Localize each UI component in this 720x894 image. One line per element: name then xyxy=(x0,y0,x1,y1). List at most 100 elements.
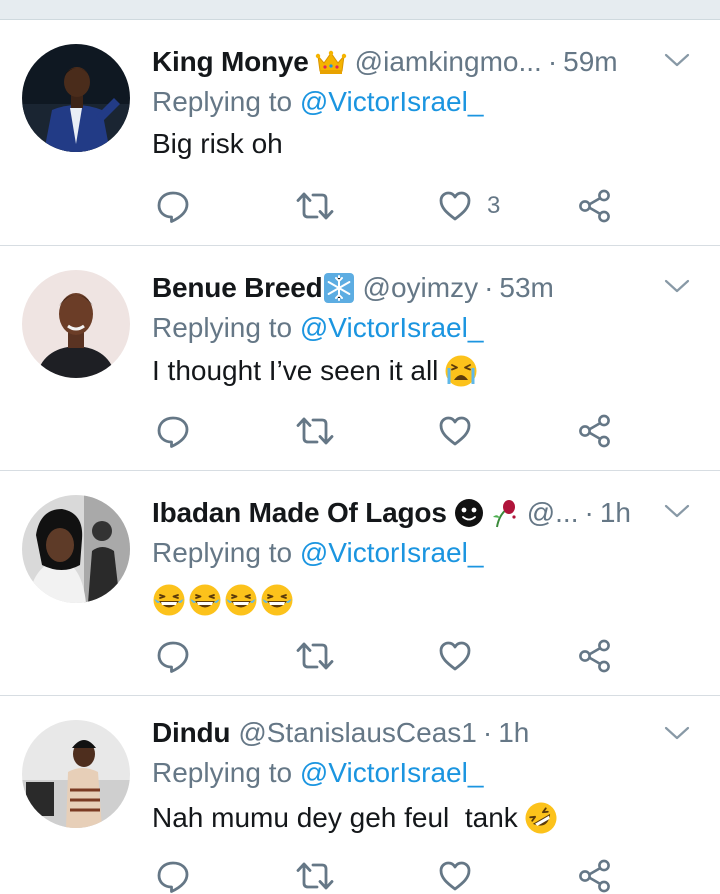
replying-to-label: Replying to xyxy=(152,537,293,568)
reply-icon xyxy=(155,858,191,894)
retweet-icon xyxy=(295,638,335,674)
tweet-header: Benue Breed @oyimzy · 53m xyxy=(152,270,554,306)
retweet-icon xyxy=(295,413,335,449)
like-button[interactable] xyxy=(437,413,473,449)
tweet-text-content: I thought I’ve seen it all xyxy=(152,355,439,386)
replying-to-label: Replying to xyxy=(152,757,293,788)
tweet-header: Dindu @StanislausCeas1 · 1h xyxy=(152,715,529,751)
tweet-text xyxy=(152,583,296,617)
share-button[interactable] xyxy=(577,188,613,224)
avatar[interactable] xyxy=(22,495,130,603)
reply-icon xyxy=(155,413,191,449)
like-count: 3 xyxy=(487,192,501,219)
display-name[interactable]: Dindu xyxy=(152,717,231,749)
heart-icon xyxy=(437,638,473,674)
share-button[interactable] xyxy=(577,858,613,894)
separator-dot: · xyxy=(547,46,558,77)
timeline-top-strip xyxy=(0,0,720,20)
retweet-button[interactable] xyxy=(295,638,335,674)
reply-icon xyxy=(155,638,191,674)
laughing-emoji xyxy=(188,583,222,617)
laughing-emoji xyxy=(152,583,186,617)
timestamp[interactable]: 59m xyxy=(563,46,617,78)
emoji-row xyxy=(152,583,296,617)
share-button[interactable] xyxy=(577,638,613,674)
user-handle[interactable]: @StanislausCeas1 xyxy=(238,717,477,749)
rofl-emoji xyxy=(524,801,558,835)
reply-button[interactable] xyxy=(155,413,191,449)
like-button[interactable] xyxy=(437,638,473,674)
heart-icon xyxy=(437,858,473,894)
tweet-text: Big risk oh xyxy=(152,128,283,160)
reply-button[interactable] xyxy=(155,858,191,894)
timestamp[interactable]: 1h xyxy=(498,717,529,749)
wilted-rose-emoji xyxy=(487,497,519,529)
retweet-button[interactable] xyxy=(295,413,335,449)
timestamp[interactable]: 1h xyxy=(600,497,631,529)
avatar[interactable] xyxy=(22,720,130,828)
share-button[interactable] xyxy=(577,413,613,449)
avatar[interactable] xyxy=(22,44,130,152)
tweet-reply[interactable]: Benue Breed @oyimzy · 53m Replying to @V… xyxy=(0,246,720,471)
retweet-button[interactable] xyxy=(295,188,335,224)
tweet-reply[interactable]: Dindu @StanislausCeas1 · 1h Replying to … xyxy=(0,696,720,886)
heart-icon xyxy=(437,188,473,224)
reply-button[interactable] xyxy=(155,638,191,674)
tweet-actions xyxy=(155,638,625,674)
tweet-header: Ibadan Made Of Lagos @... · 1h xyxy=(152,495,631,531)
replying-to-line: Replying to @VictorIsrael_ xyxy=(152,86,483,118)
display-name[interactable]: King Monye xyxy=(152,46,309,78)
share-icon xyxy=(577,188,613,224)
tweet-text: Nah mumu dey geh feul tank xyxy=(152,801,558,835)
separator-dot: · xyxy=(584,497,594,528)
replying-to-label: Replying to xyxy=(152,312,293,343)
retweet-icon xyxy=(295,858,335,894)
tweet-reply[interactable]: Ibadan Made Of Lagos @... · 1h Replying … xyxy=(0,471,720,696)
chevron-down-icon[interactable] xyxy=(664,725,690,741)
tweet-header: King Monye @iamkingmo... · 59m xyxy=(152,44,618,80)
user-handle[interactable]: @... xyxy=(527,497,579,529)
crying-face-emoji xyxy=(444,354,478,388)
tweet-reply[interactable]: King Monye @iamkingmo... · 59m Replying … xyxy=(0,20,720,246)
separator-dot: · xyxy=(484,272,494,303)
replying-to-line: Replying to @VictorIsrael_ xyxy=(152,537,483,569)
retweet-icon xyxy=(295,188,335,224)
timestamp[interactable]: 53m xyxy=(499,272,553,304)
mention-link[interactable]: @VictorIsrael_ xyxy=(300,537,484,568)
mention-link[interactable]: @VictorIsrael_ xyxy=(300,86,484,117)
share-icon xyxy=(577,638,613,674)
chevron-down-icon[interactable] xyxy=(664,52,690,68)
like-button[interactable]: 3 xyxy=(437,188,500,224)
replying-to-line: Replying to @VictorIsrael_ xyxy=(152,312,483,344)
mention-link[interactable]: @VictorIsrael_ xyxy=(300,757,484,788)
avatar[interactable] xyxy=(22,270,130,378)
laughing-emoji xyxy=(260,583,294,617)
display-name[interactable]: Ibadan Made Of Lagos xyxy=(152,497,447,529)
share-icon xyxy=(577,858,613,894)
share-icon xyxy=(577,413,613,449)
chevron-down-icon[interactable] xyxy=(664,503,690,519)
user-handle[interactable]: @oyimzy xyxy=(363,272,479,304)
crown-icon xyxy=(315,46,347,78)
replying-to-label: Replying to xyxy=(152,86,293,117)
reply-button[interactable] xyxy=(155,188,191,224)
mention-link[interactable]: @VictorIsrael_ xyxy=(300,312,484,343)
tweet-text-content: Nah mumu dey geh feul tank xyxy=(152,802,518,833)
display-name[interactable]: Benue Breed xyxy=(152,272,323,304)
replying-to-line: Replying to @VictorIsrael_ xyxy=(152,757,483,789)
laughing-emoji xyxy=(224,583,258,617)
tweet-actions xyxy=(155,413,625,449)
tweet-actions: 3 xyxy=(155,188,625,224)
reply-icon xyxy=(155,188,191,224)
tweet-actions xyxy=(155,858,625,894)
tweet-text-content: Big risk oh xyxy=(152,128,283,159)
black-face-emoji xyxy=(453,497,485,529)
snowflake-icon xyxy=(323,272,355,304)
heart-icon xyxy=(437,413,473,449)
like-button[interactable] xyxy=(437,858,473,894)
retweet-button[interactable] xyxy=(295,858,335,894)
user-handle[interactable]: @iamkingmo... xyxy=(355,46,542,78)
chevron-down-icon[interactable] xyxy=(664,278,690,294)
tweet-text: I thought I’ve seen it all xyxy=(152,354,478,388)
separator-dot: · xyxy=(482,717,493,748)
